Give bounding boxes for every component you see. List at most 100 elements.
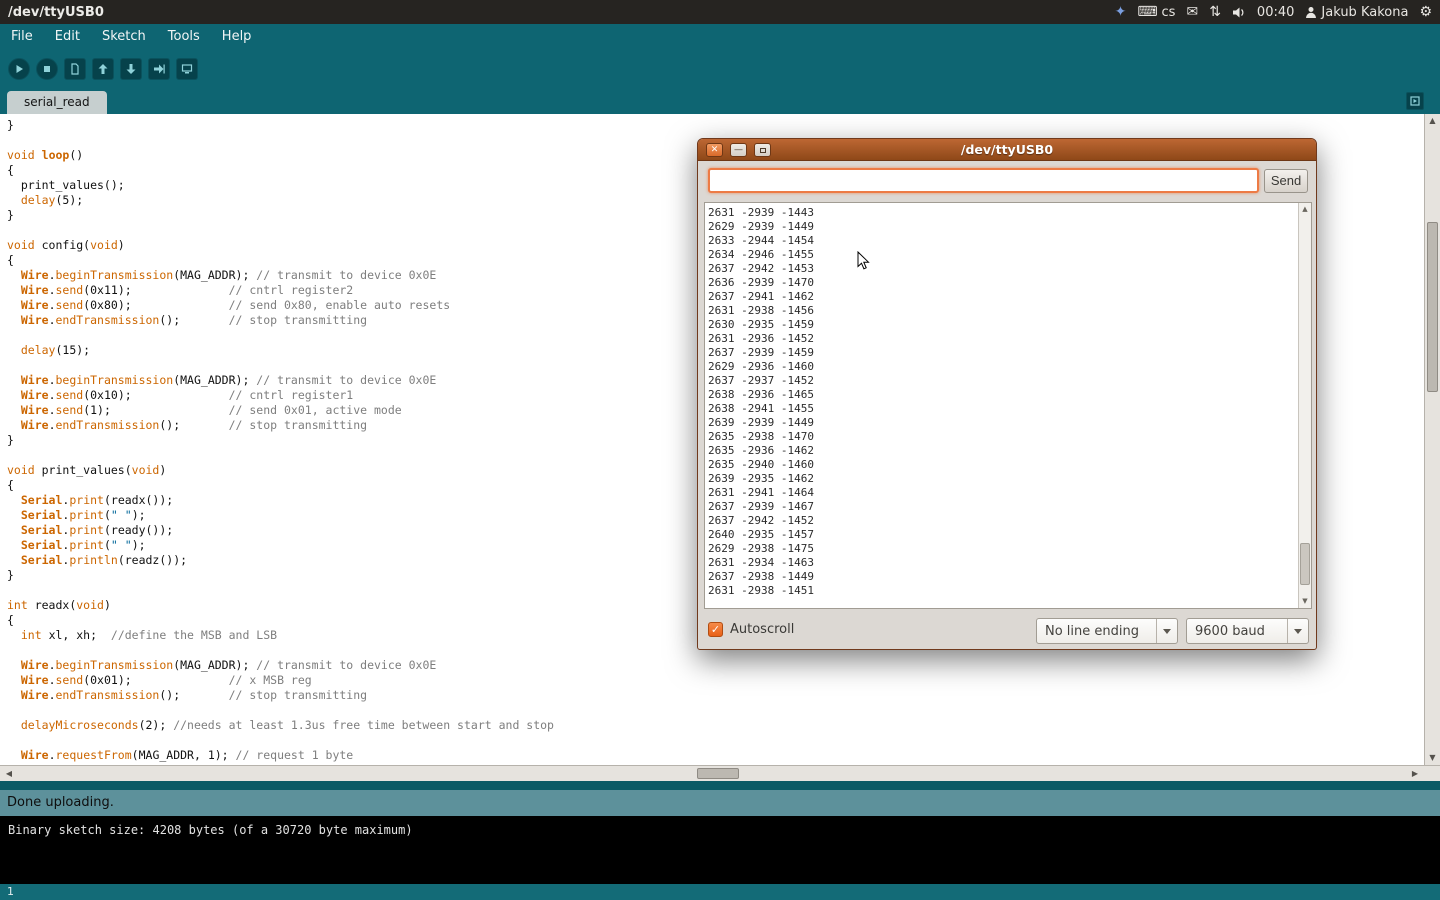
arrow-up-icon [97, 63, 109, 75]
chevron-down-icon [1156, 619, 1177, 643]
serial-output-line: 2636 -2939 -1470 [708, 276, 1311, 290]
vertical-scroll-thumb[interactable] [1427, 222, 1438, 392]
serial-output-line: 2629 -2936 -1460 [708, 360, 1311, 374]
serial-output-line: 2639 -2939 -1449 [708, 416, 1311, 430]
clock-label: 00:40 [1257, 5, 1294, 20]
new-sketch-button[interactable] [64, 58, 86, 80]
messaging-indicator[interactable]: ✉ [1186, 5, 1198, 19]
maximize-button[interactable] [754, 143, 771, 157]
autoscroll-checkbox[interactable] [708, 622, 723, 637]
user-menu[interactable]: Jakub Kakona [1305, 5, 1408, 20]
code-line: } [7, 118, 1424, 133]
serial-output-line: 2638 -2936 -1465 [708, 388, 1311, 402]
line-ending-select[interactable]: No line ending [1036, 618, 1178, 644]
serial-send-input[interactable] [708, 168, 1259, 193]
stop-button[interactable] [36, 58, 58, 80]
star-icon: ✦ [1115, 5, 1127, 19]
editor-vertical-scrollbar[interactable]: ▲ ▼ [1424, 114, 1440, 765]
serial-output-line: 2635 -2940 -1460 [708, 458, 1311, 472]
menu-bar: FileEditSketchToolsHelp [0, 24, 1440, 50]
serial-output-line: 2637 -2938 -1449 [708, 570, 1311, 584]
serial-output-line: 2638 -2941 -1455 [708, 402, 1311, 416]
code-line: delayMicroseconds(2); //needs at least 1… [7, 718, 1424, 733]
panel-window-title: /dev/ttyUSB0 [8, 5, 104, 20]
open-sketch-button[interactable] [92, 58, 114, 80]
toolbar [0, 50, 1440, 88]
editor-horizontal-scrollbar[interactable]: ◀ ▶ [0, 765, 1424, 781]
serial-output-line: 2639 -2935 -1462 [708, 472, 1311, 486]
serial-output-area[interactable]: 2631 -2939 -14432629 -2939 -14492633 -29… [704, 202, 1312, 609]
verify-button[interactable] [8, 58, 30, 80]
system-top-bar: /dev/ttyUSB0 ✦ ⌨ cs ✉ ⇅ 00:40 Jakub Kako… [0, 0, 1440, 24]
system-indicators: ✦ ⌨ cs ✉ ⇅ 00:40 Jakub Kakona ⚙ [1115, 5, 1432, 20]
status-divider [0, 781, 1440, 790]
code-line: Wire.beginTransmission(MAG_ADDR); // tra… [7, 658, 1424, 673]
arrow-down-icon [125, 63, 137, 75]
keyboard-icon: ⌨ [1137, 5, 1157, 19]
line-number-indicator: 1 [0, 884, 1440, 900]
menu-item-help[interactable]: Help [211, 24, 263, 50]
minimize-button[interactable]: — [730, 143, 747, 157]
menu-item-tools[interactable]: Tools [157, 24, 211, 50]
serial-output-line: 2629 -2938 -1475 [708, 542, 1311, 556]
line-ending-value: No line ending [1037, 624, 1156, 639]
close-button[interactable]: ✕ [706, 143, 723, 157]
serial-output-line: 2637 -2942 -1453 [708, 262, 1311, 276]
serial-output-line: 2637 -2941 -1462 [708, 290, 1311, 304]
status-bar: Done uploading. [0, 790, 1440, 816]
serial-output-line: 2637 -2937 -1452 [708, 374, 1311, 388]
serial-scroll-thumb[interactable] [1300, 543, 1310, 585]
autoscroll-label: Autoscroll [730, 622, 794, 637]
serial-window-titlebar[interactable]: /dev/ttyUSB0 ✕ — [698, 139, 1316, 161]
serial-output-line: 2631 -2934 -1463 [708, 556, 1311, 570]
user-icon [1305, 6, 1317, 19]
save-sketch-button[interactable] [120, 58, 142, 80]
baud-rate-value: 9600 baud [1187, 624, 1287, 639]
scroll-down-arrow-icon[interactable]: ▼ [1299, 597, 1311, 606]
serial-output-line: 2634 -2946 -1455 [708, 248, 1311, 262]
play-icon [14, 64, 24, 74]
username-label: Jakub Kakona [1321, 5, 1408, 20]
desktop: /dev/ttyUSB0 ✦ ⌨ cs ✉ ⇅ 00:40 Jakub Kako… [0, 0, 1440, 900]
serial-output-scrollbar[interactable]: ▲ ▼ [1298, 203, 1311, 608]
scroll-left-arrow-icon[interactable]: ◀ [2, 766, 16, 781]
serial-output-line: 2637 -2939 -1459 [708, 346, 1311, 360]
scroll-up-arrow-icon[interactable]: ▲ [1299, 205, 1311, 214]
scroll-down-arrow-icon[interactable]: ▼ [1425, 753, 1440, 763]
tab-serial-read[interactable]: serial_read [7, 91, 107, 114]
baud-rate-select[interactable]: 9600 baud [1186, 618, 1309, 644]
window-controls: ✕ — [706, 143, 771, 157]
session-menu[interactable]: ⚙ [1419, 5, 1432, 19]
serial-output-line: 2633 -2944 -1454 [708, 234, 1311, 248]
serial-window-title: /dev/ttyUSB0 [698, 139, 1316, 161]
upload-button[interactable] [148, 58, 170, 80]
scroll-up-arrow-icon[interactable]: ▲ [1425, 116, 1440, 126]
keyboard-layout-label: cs [1162, 5, 1176, 20]
serial-output-line: 2631 -2939 -1443 [708, 206, 1311, 220]
serial-monitor-window: /dev/ttyUSB0 ✕ — Send 2631 -2939 -144326… [697, 138, 1317, 650]
tab-bar: serial_read [0, 88, 1440, 114]
serial-output-line: 2635 -2936 -1462 [708, 444, 1311, 458]
sound-indicator[interactable] [1232, 6, 1246, 19]
scroll-right-arrow-icon[interactable]: ▶ [1408, 766, 1422, 781]
code-line: Wire.send(0x01); // x MSB reg [7, 673, 1424, 688]
app-indicator-icon[interactable]: ✦ [1115, 5, 1127, 19]
send-button[interactable]: Send [1264, 169, 1308, 193]
serial-output-line: 2631 -2941 -1464 [708, 486, 1311, 500]
mail-icon: ✉ [1186, 5, 1198, 19]
menu-item-edit[interactable]: Edit [44, 24, 91, 50]
speaker-icon [1232, 6, 1246, 19]
network-indicator[interactable]: ⇅ [1209, 5, 1221, 19]
keyboard-layout-indicator[interactable]: ⌨ cs [1137, 5, 1175, 20]
clock-indicator[interactable]: 00:40 [1257, 5, 1294, 20]
serial-output-line: 2629 -2939 -1449 [708, 220, 1311, 234]
maximize-icon [760, 148, 766, 153]
serial-output-line: 2631 -2936 -1452 [708, 332, 1311, 346]
code-line [7, 733, 1424, 748]
tab-menu-button[interactable] [1406, 92, 1424, 110]
menu-item-file[interactable]: File [0, 24, 44, 50]
serial-monitor-button[interactable] [176, 58, 198, 80]
menu-item-sketch[interactable]: Sketch [91, 24, 157, 50]
horizontal-scroll-thumb[interactable] [697, 768, 739, 779]
serial-lines-container: 2631 -2939 -14432629 -2939 -14492633 -29… [705, 203, 1311, 598]
